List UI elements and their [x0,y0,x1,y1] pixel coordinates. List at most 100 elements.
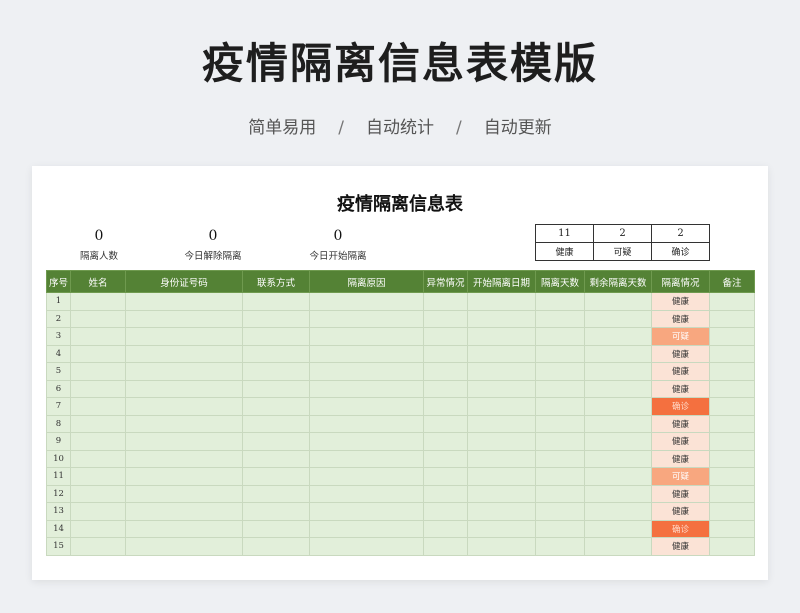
table-cell[interactable] [535,449,585,468]
table-cell[interactable] [467,502,536,521]
row-number-cell[interactable]: 12 [46,484,71,503]
table-cell[interactable] [70,397,126,416]
table-cell[interactable] [125,502,243,521]
table-cell[interactable] [584,449,652,468]
table-cell[interactable] [535,537,585,556]
table-cell[interactable] [709,432,755,451]
table-cell[interactable] [70,432,126,451]
table-cell[interactable] [70,379,126,398]
table-cell[interactable] [309,502,424,521]
table-cell[interactable] [423,502,468,521]
isolation-status-cell[interactable]: 可疑 [651,467,710,486]
table-cell[interactable] [70,309,126,328]
row-number-cell[interactable]: 5 [46,362,71,381]
table-cell[interactable] [584,327,652,346]
table-cell[interactable] [242,484,310,503]
isolation-status-cell[interactable]: 健康 [651,414,710,433]
table-cell[interactable] [125,362,243,381]
table-cell[interactable] [70,449,126,468]
row-number-cell[interactable]: 10 [46,449,71,468]
table-cell[interactable] [709,484,755,503]
table-cell[interactable] [423,327,468,346]
table-cell[interactable] [467,484,536,503]
row-number-cell[interactable]: 13 [46,502,71,521]
table-cell[interactable] [309,379,424,398]
table-cell[interactable] [467,344,536,363]
table-cell[interactable] [423,309,468,328]
table-cell[interactable] [242,502,310,521]
table-cell[interactable] [70,519,126,538]
table-cell[interactable] [423,519,468,538]
table-cell[interactable] [242,309,310,328]
table-cell[interactable] [584,537,652,556]
table-cell[interactable] [423,292,468,311]
table-cell[interactable] [535,309,585,328]
table-cell[interactable] [242,379,310,398]
table-cell[interactable] [242,432,310,451]
table-cell[interactable] [535,502,585,521]
row-number-cell[interactable]: 2 [46,309,71,328]
table-cell[interactable] [125,414,243,433]
table-cell[interactable] [309,344,424,363]
table-cell[interactable] [70,327,126,346]
table-cell[interactable] [467,292,536,311]
table-cell[interactable] [309,292,424,311]
table-cell[interactable] [70,362,126,381]
isolation-status-cell[interactable]: 可疑 [651,327,710,346]
table-cell[interactable] [709,537,755,556]
table-cell[interactable] [584,379,652,398]
table-cell[interactable] [709,379,755,398]
table-cell[interactable] [584,484,652,503]
row-number-cell[interactable]: 11 [46,467,71,486]
row-number-cell[interactable]: 14 [46,519,71,538]
table-cell[interactable] [70,344,126,363]
table-cell[interactable] [423,414,468,433]
table-cell[interactable] [242,519,310,538]
table-cell[interactable] [125,327,243,346]
isolation-status-cell[interactable]: 确诊 [651,397,710,416]
table-cell[interactable] [467,309,536,328]
table-cell[interactable] [709,327,755,346]
row-number-cell[interactable]: 7 [46,397,71,416]
table-cell[interactable] [709,449,755,468]
table-cell[interactable] [535,362,585,381]
table-cell[interactable] [423,362,468,381]
table-cell[interactable] [467,519,536,538]
table-cell[interactable] [125,432,243,451]
table-cell[interactable] [242,362,310,381]
table-cell[interactable] [125,484,243,503]
table-cell[interactable] [535,414,585,433]
row-number-cell[interactable]: 6 [46,379,71,398]
table-cell[interactable] [467,362,536,381]
table-cell[interactable] [242,467,310,486]
table-cell[interactable] [309,519,424,538]
table-cell[interactable] [584,467,652,486]
table-cell[interactable] [584,309,652,328]
table-cell[interactable] [709,362,755,381]
table-cell[interactable] [467,537,536,556]
table-cell[interactable] [125,344,243,363]
row-number-cell[interactable]: 4 [46,344,71,363]
table-cell[interactable] [70,537,126,556]
table-cell[interactable] [535,327,585,346]
table-cell[interactable] [584,519,652,538]
table-cell[interactable] [709,397,755,416]
table-cell[interactable] [709,502,755,521]
isolation-status-cell[interactable]: 健康 [651,502,710,521]
table-cell[interactable] [125,397,243,416]
table-cell[interactable] [309,414,424,433]
table-cell[interactable] [467,397,536,416]
isolation-status-cell[interactable]: 健康 [651,379,710,398]
table-cell[interactable] [467,379,536,398]
table-cell[interactable] [709,344,755,363]
table-cell[interactable] [242,397,310,416]
isolation-status-cell[interactable]: 健康 [651,309,710,328]
table-cell[interactable] [70,467,126,486]
table-cell[interactable] [125,449,243,468]
isolation-status-cell[interactable]: 健康 [651,484,710,503]
table-cell[interactable] [242,344,310,363]
table-cell[interactable] [467,327,536,346]
table-cell[interactable] [535,397,585,416]
table-cell[interactable] [309,327,424,346]
table-cell[interactable] [242,414,310,433]
